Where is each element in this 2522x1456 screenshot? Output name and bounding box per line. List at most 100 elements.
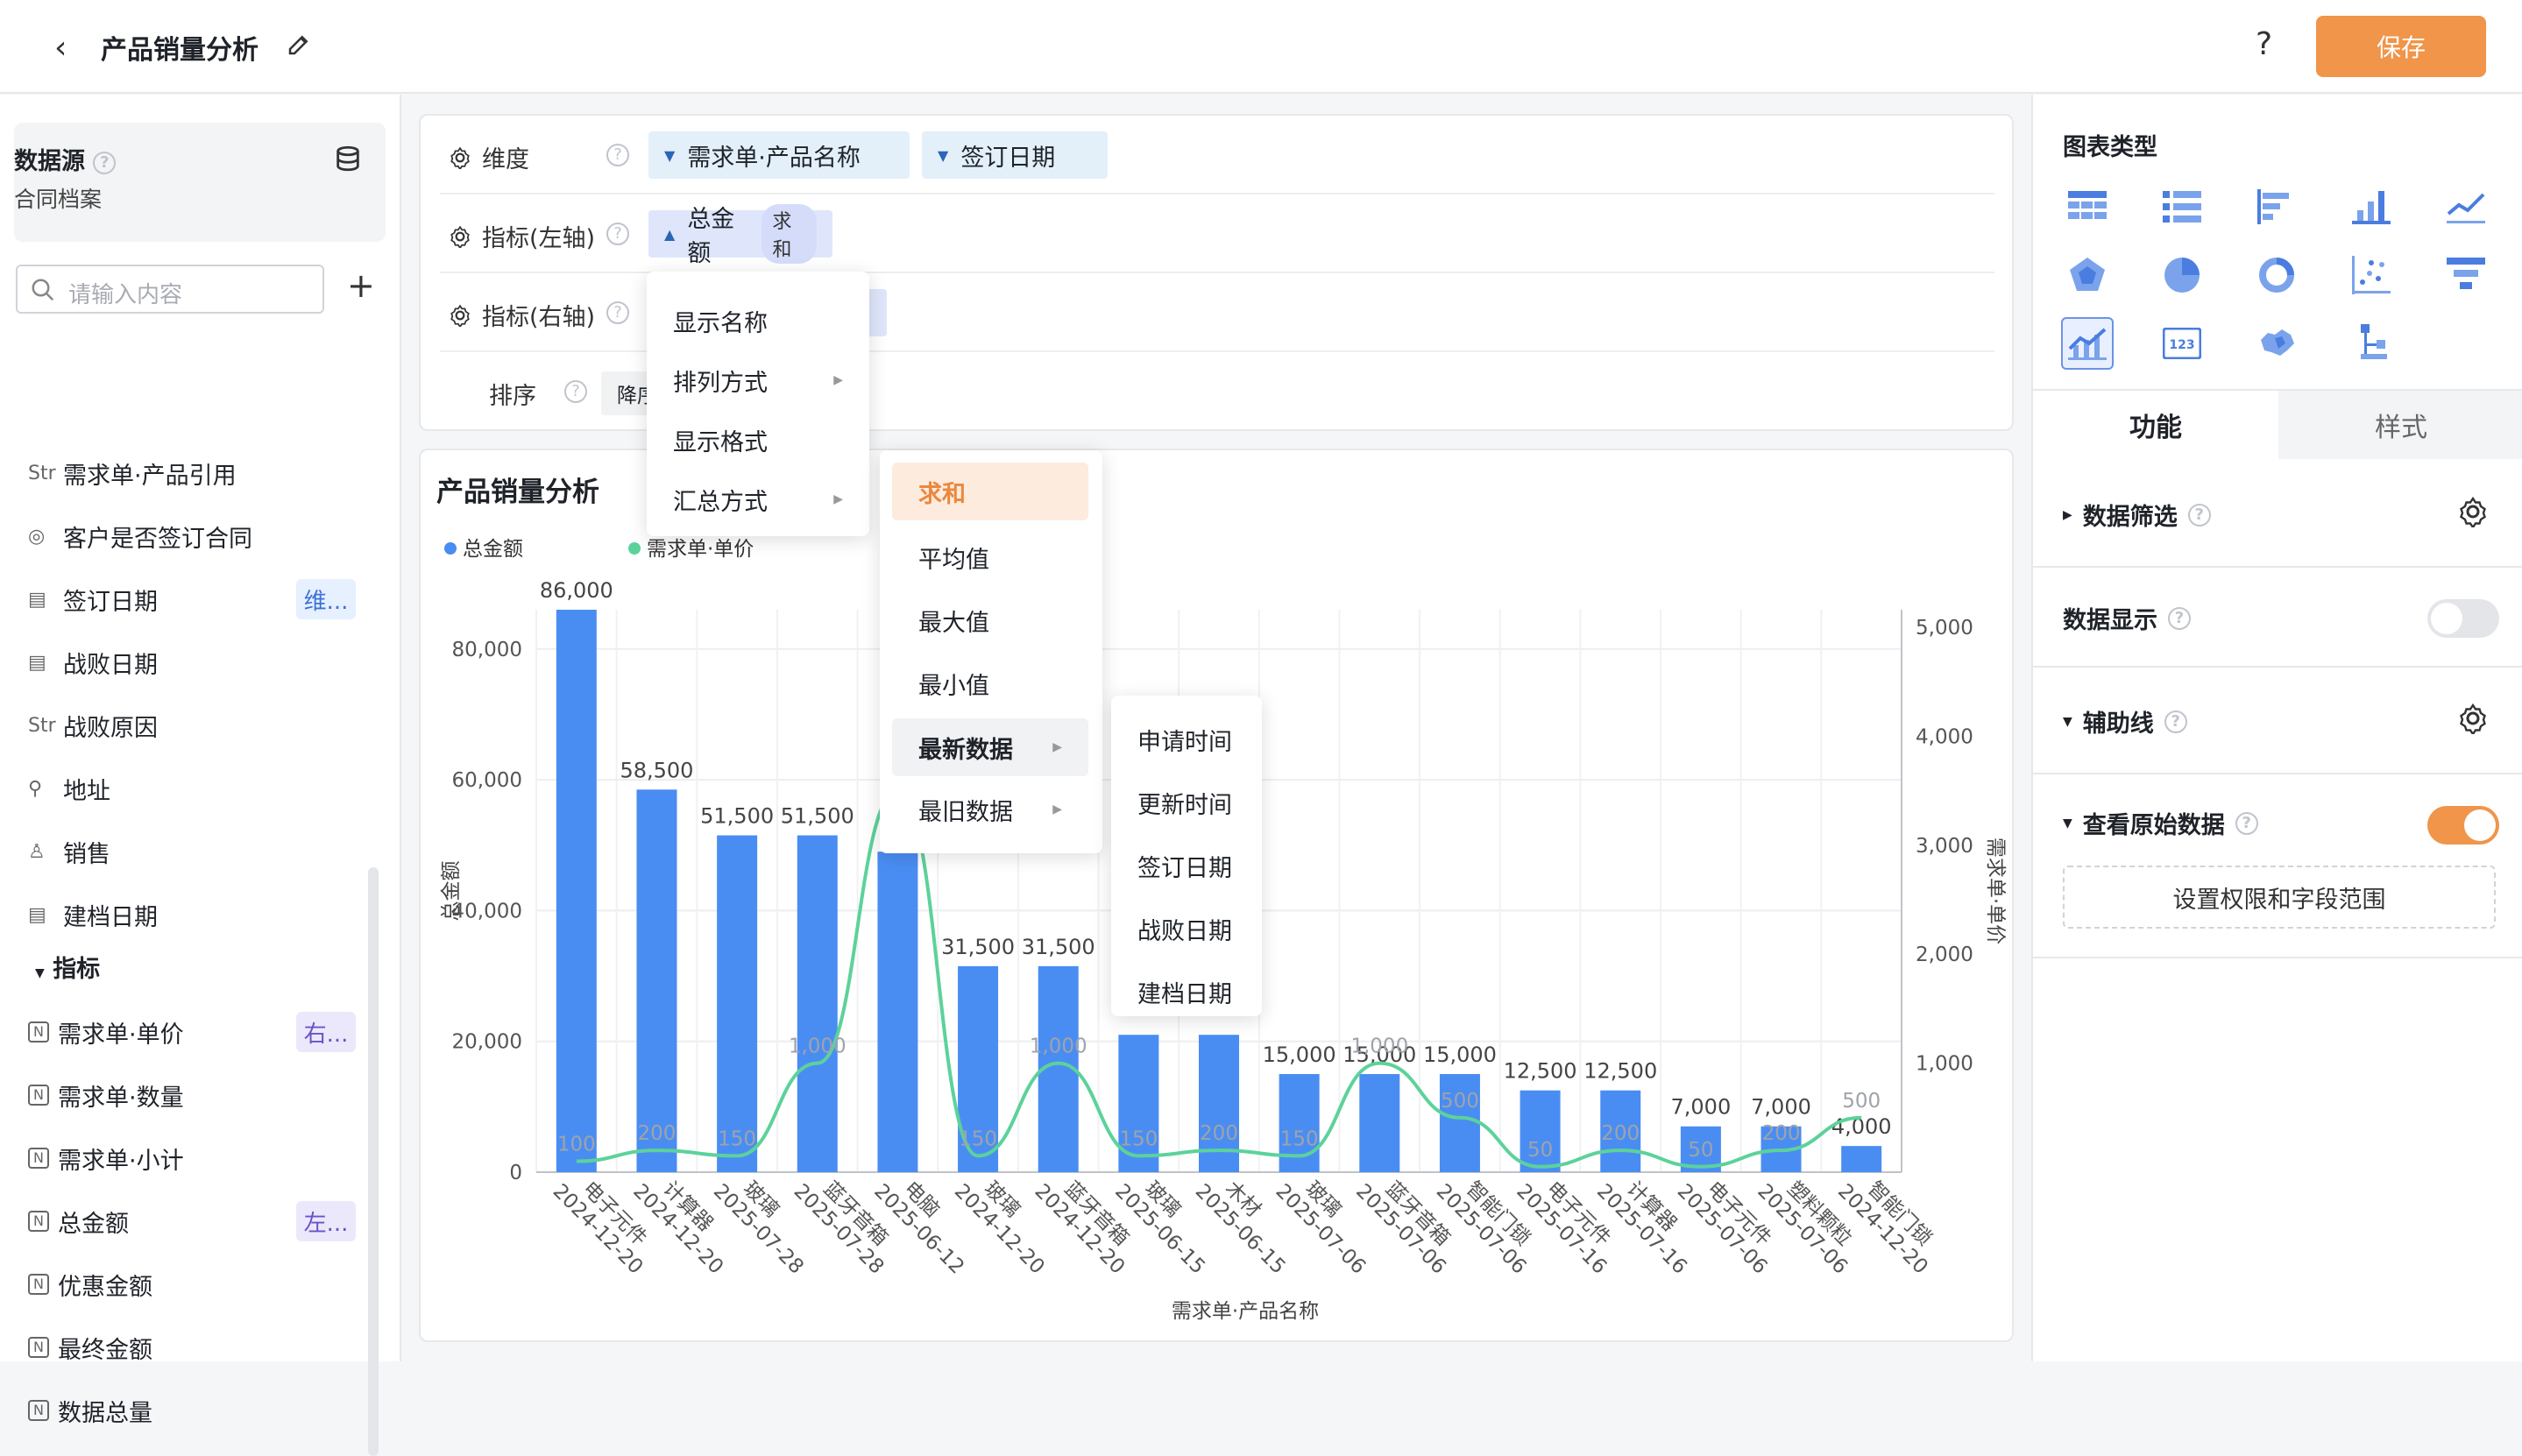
auxiliary-line-section[interactable]: ▼ 辅助线? xyxy=(2063,704,2187,739)
gear-icon[interactable] xyxy=(2457,703,2489,734)
data-filter-section[interactable]: ▶ 数据筛选? xyxy=(2063,498,2211,532)
field-item[interactable]: ▤ 战败日期 xyxy=(28,645,158,680)
menu-item-latest-data[interactable]: 最新数据 ▶ xyxy=(892,718,1088,776)
raw-data-section[interactable]: ▼ 查看原始数据? xyxy=(2063,806,2258,840)
metric-item[interactable]: N 总金额 xyxy=(28,1204,129,1239)
field-item[interactable]: ⚲ 地址 xyxy=(28,771,110,806)
field-item[interactable]: ▤ 签订日期 xyxy=(28,582,158,617)
metric-item[interactable]: N 优惠金额 xyxy=(28,1267,152,1302)
set-permission-button[interactable]: 设置权限和字段范围 xyxy=(2063,866,2496,929)
menu-item-oldest-data[interactable]: 最旧数据 ▶ xyxy=(892,783,1088,836)
edit-pencil-icon[interactable] xyxy=(286,32,312,58)
field-item[interactable]: ▤ 建档日期 xyxy=(28,897,158,932)
field-item[interactable]: ◎ 客户是否签订合同 xyxy=(28,519,252,554)
chevron-right-icon: ▶ xyxy=(833,373,843,387)
menu-item-display-name[interactable]: 显示名称 xyxy=(647,294,869,347)
menu-item-max[interactable]: 最大值 xyxy=(892,594,1088,647)
line-chart-icon[interactable] xyxy=(2440,180,2492,233)
help-circle-icon[interactable]: ? xyxy=(564,380,587,403)
gear-icon[interactable] xyxy=(2457,496,2489,527)
combo-bar-line-chart-icon[interactable] xyxy=(2061,317,2114,370)
line-value-label: 1,000 xyxy=(789,1035,847,1058)
menu-item-display-format[interactable]: 显示格式 xyxy=(647,413,869,466)
tab-style[interactable]: 样式 xyxy=(2278,391,2522,459)
map-chart-icon[interactable] xyxy=(2250,317,2303,370)
dimension-row-label: 维度 xyxy=(449,140,529,174)
left-metric-row-label: 指标(左轴) xyxy=(449,219,595,253)
line-value-label: 200 xyxy=(1762,1122,1801,1145)
data-display-section: 数据显示? xyxy=(2063,601,2191,635)
menu-item-average[interactable]: 平均值 xyxy=(892,531,1088,583)
pie-chart-icon[interactable] xyxy=(2156,249,2208,301)
scrollbar[interactable] xyxy=(368,867,379,1456)
help-circle-icon[interactable]: ? xyxy=(93,151,117,174)
metric-item[interactable]: N 需求单·小计 xyxy=(28,1141,184,1176)
field-label: 总金额 xyxy=(58,1210,129,1238)
add-field-icon[interactable]: + xyxy=(347,266,375,305)
dimension-pill-sign-date[interactable]: ▼ 签订日期 xyxy=(922,131,1108,179)
help-circle-icon[interactable]: ? xyxy=(2164,710,2187,733)
menu-item-update-time[interactable]: 更新时间 xyxy=(1111,776,1262,829)
y-axis-title: 总金额 xyxy=(440,861,463,922)
help-circle-icon[interactable]: ? xyxy=(606,223,629,245)
y-tick-label: 0 xyxy=(509,1162,522,1184)
menu-item-apply-time[interactable]: 申请时间 xyxy=(1111,713,1262,766)
table-chart-icon[interactable] xyxy=(2061,180,2114,233)
menu-item-aggregate-method[interactable]: 汇总方式 ▶ xyxy=(647,473,869,526)
field-label: 战败日期 xyxy=(63,651,158,679)
field-item[interactable]: ♙ 销售 xyxy=(28,834,110,869)
raw-data-toggle[interactable] xyxy=(2427,806,2499,845)
back-icon[interactable]: ‹ xyxy=(54,30,67,66)
funnel-chart-icon[interactable] xyxy=(2440,249,2492,301)
field-item[interactable]: Str 战败原因 xyxy=(28,708,158,743)
help-circle-icon[interactable]: ? xyxy=(2168,606,2191,630)
scatter-chart-icon[interactable] xyxy=(2345,249,2398,301)
metric-item[interactable]: N 最终金额 xyxy=(28,1330,152,1365)
donut-chart-icon[interactable] xyxy=(2250,249,2303,301)
list-chart-icon[interactable] xyxy=(2156,180,2208,233)
number-card-icon[interactable]: 123 xyxy=(2156,317,2208,370)
field-item[interactable]: Str 需求单·产品引用 xyxy=(28,456,237,491)
tree-chart-icon[interactable] xyxy=(2345,317,2398,370)
menu-item-archive-date[interactable]: 建档日期 xyxy=(1111,965,1262,1018)
legend-marker xyxy=(444,542,457,555)
menu-item-sum[interactable]: 求和 xyxy=(892,463,1088,520)
bar-value-label: 31,500 xyxy=(941,935,1015,959)
bar-value-label: 7,000 xyxy=(1671,1095,1732,1120)
metric-item[interactable]: N 数据总量 xyxy=(28,1393,152,1428)
field-search-input[interactable]: 请输入内容 xyxy=(16,265,324,314)
menu-item-min[interactable]: 最小值 xyxy=(892,657,1088,710)
help-circle-icon[interactable]: ? xyxy=(2187,503,2211,527)
help-circle-icon[interactable]: ? xyxy=(606,144,629,166)
line-value-label: 200 xyxy=(1601,1122,1640,1145)
gear-icon[interactable] xyxy=(449,225,471,248)
metrics-group-header[interactable]: ▼ 指标 xyxy=(35,950,100,984)
data-display-toggle[interactable] xyxy=(2427,599,2499,638)
bar-value-label: 15,000 xyxy=(1423,1043,1497,1067)
gear-icon[interactable] xyxy=(449,146,471,169)
gear-icon[interactable] xyxy=(449,304,471,327)
bar-chart-icon[interactable] xyxy=(2345,180,2398,233)
menu-item-sign-date[interactable]: 签订日期 xyxy=(1111,839,1262,892)
bar xyxy=(717,835,758,1172)
menu-item-sort-method[interactable]: 排列方式 ▶ xyxy=(647,354,869,406)
save-button[interactable]: 保存 xyxy=(2316,16,2486,77)
help-circle-icon[interactable]: ? xyxy=(606,301,629,324)
database-icon[interactable] xyxy=(333,144,363,173)
metric-item[interactable]: N 需求单·单价 xyxy=(28,1014,184,1050)
horizontal-bar-chart-icon[interactable] xyxy=(2250,180,2303,233)
right-metric-row-label: 指标(右轴) xyxy=(449,298,595,332)
help-circle-icon[interactable]: ? xyxy=(2235,811,2258,835)
tab-function[interactable]: 功能 xyxy=(2033,391,2278,459)
left-metric-pill-total-amount[interactable]: ▲ 总金额 求和 xyxy=(648,204,832,267)
help-icon[interactable]: ? xyxy=(2256,26,2272,62)
bar xyxy=(1359,1074,1400,1172)
menu-item-defeat-date[interactable]: 战败日期 xyxy=(1111,902,1262,955)
metric-item[interactable]: N 需求单·数量 xyxy=(28,1078,184,1113)
radar-chart-icon[interactable] xyxy=(2061,249,2114,301)
bar-value-label: 58,500 xyxy=(620,758,693,782)
field-label: 销售 xyxy=(63,840,110,868)
caret-down-icon: ▼ xyxy=(35,966,45,980)
dimension-pill-product-name[interactable]: ▼ 需求单·产品名称 xyxy=(648,131,910,179)
y2-tick-label: 3,000 xyxy=(1916,835,1973,858)
